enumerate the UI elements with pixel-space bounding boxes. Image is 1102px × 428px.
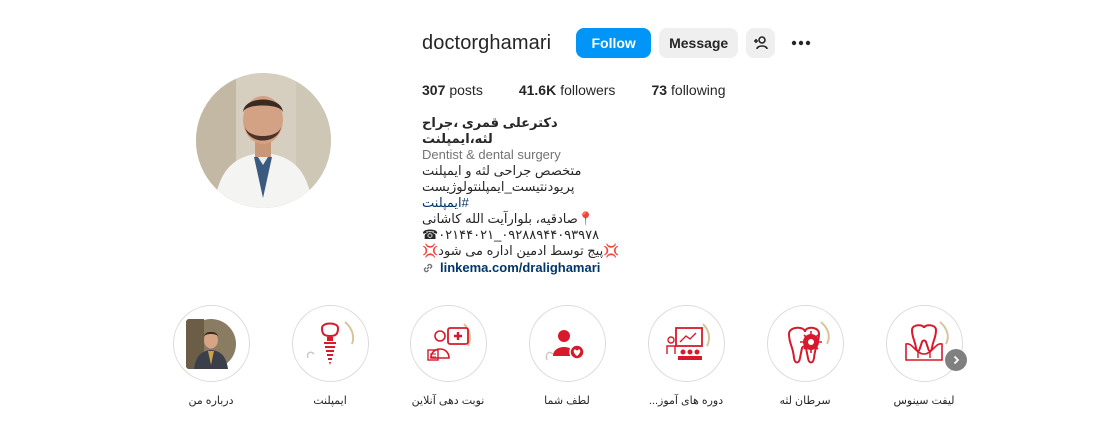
highlight-thanks[interactable]: لطف شما [527,305,607,407]
category-label: Dentist & dental surgery [422,147,561,162]
highlight-cover [296,309,364,378]
following-label: following [671,82,726,98]
highlight-ring [647,305,725,382]
bio-admin-note: 💢پیج توسط ادمین اداره می شود💢 [422,243,620,258]
following-count: 73 [651,82,668,98]
posts-count: 307 [422,82,446,98]
highlight-ring [172,305,250,382]
profile-header: doctorghamari Follow Message [422,28,815,58]
follow-button[interactable]: Follow [576,28,652,58]
following-stat[interactable]: 73 following [651,82,725,98]
highlight-gum-cancer[interactable]: سرطان لثه [765,305,845,407]
highlight-label: درباره من [188,395,234,407]
highlight-ring [409,305,487,382]
user-heart-icon [545,329,585,360]
highlight-implant[interactable]: ایمپلنت [290,305,370,407]
profile-bio: دکترعلی قمری ،جراح لثه،ایمپلنت Dentist &… [422,115,622,276]
highlight-online-booking[interactable]: نوبت دهی آنلاین [408,305,488,407]
highlight-cover [771,309,839,378]
highlights-next-button[interactable] [945,349,967,371]
followers-stat[interactable]: 41.6K followers [519,82,616,98]
full-name: دکترعلی قمری ،جراح لثه،ایمپلنت [422,115,558,146]
hashtag-link[interactable]: #ایمپلنت [422,195,622,211]
tooth-virus-icon [787,320,830,363]
highlight-courses[interactable]: دوره های آموز... [646,305,726,407]
profile-photo [186,318,236,369]
profile-photo [196,73,331,208]
external-link[interactable]: linkema.com/dralighamari [422,260,622,276]
add-person-icon [753,36,768,50]
followers-count: 41.6K [518,82,557,98]
highlight-cover [533,309,601,378]
bio-phone: ☎٠٢١۴۴٠٩٢٨٨٩_٠٢١۴۴٠٩٣٩٧٨ [422,227,600,242]
highlight-ring [766,305,844,382]
story-highlights: درباره من ایمپلنت نوبت دهی آنلاین لطف شم… [0,305,1102,415]
highlight-label: لطف شما [544,395,590,407]
highlight-label: سرطان لثه [779,395,831,407]
classroom-icon [666,322,711,360]
bio-address: 📍صادقیه، بلوارآیت الله کاشانی [422,211,594,226]
highlight-ring [291,305,369,382]
more-dots-icon [791,40,811,46]
highlight-cover [414,309,482,378]
bio-line: پریودنتیست_ایمپلنتولوژیست [422,179,575,194]
message-button[interactable]: Message [659,28,739,58]
doctor-calendar-icon [427,322,472,361]
highlight-ring [885,305,963,382]
highlight-label: نوبت دهی آنلاین [411,395,485,407]
username: doctorghamari [422,31,552,54]
bio-line: متخصص جراحی لثه و ایمپلنت [422,163,582,178]
posts-stat: 307 posts [422,82,483,98]
more-options-button[interactable] [787,29,815,57]
highlight-about-me[interactable]: درباره من [171,305,251,407]
highlight-cover [177,309,245,378]
profile-stats: 307 posts 41.6K followers 73 following [422,82,762,98]
highlight-cover [652,309,720,378]
posts-label: posts [449,82,483,98]
link-icon [423,263,433,273]
highlight-label: ایمپلنت [313,395,347,407]
chevron-right-icon [953,355,960,365]
implant-icon [306,320,355,365]
external-link-text: linkema.com/dralighamari [440,260,601,275]
highlight-label: دوره های آموز... [648,395,724,407]
suggested-users-button[interactable] [746,28,776,58]
profile-avatar[interactable] [196,73,331,208]
highlight-ring [528,305,606,382]
highlight-label: لیفت سینوس [893,395,955,407]
followers-label: followers [560,82,616,98]
